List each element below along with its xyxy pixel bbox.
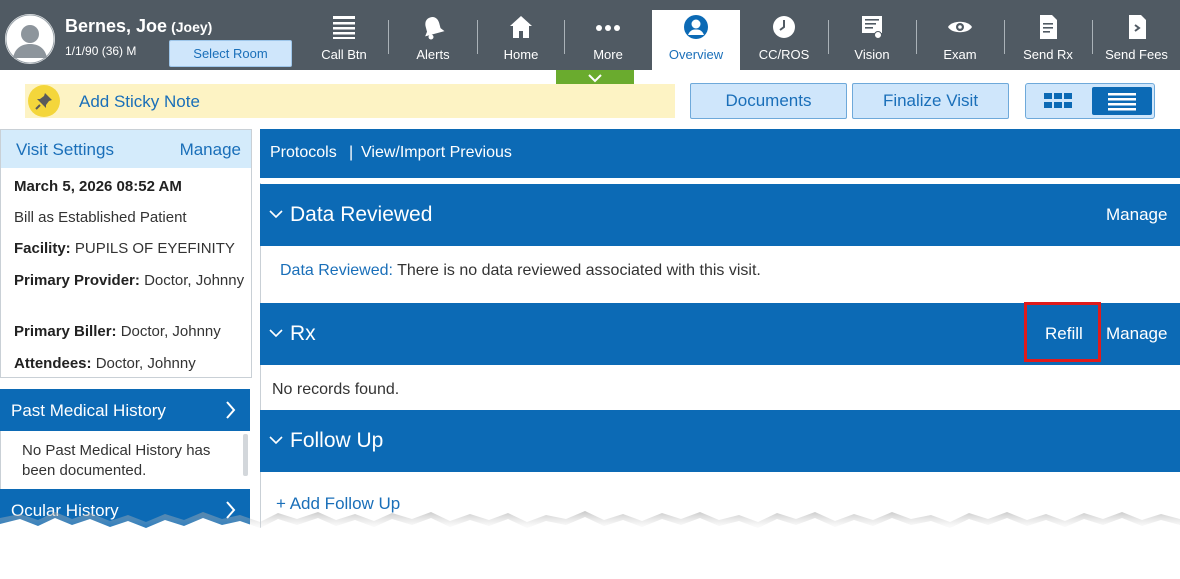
nav-label: Send Rx [1023, 47, 1073, 62]
home-icon [510, 16, 532, 38]
nav-send-rx[interactable]: Send Rx [1005, 0, 1091, 70]
send-rx-icon [1040, 15, 1057, 39]
chevron-down-icon[interactable] [269, 328, 283, 338]
patient-name[interactable]: Bernes, Joe (Joey) [65, 16, 212, 37]
select-room-button[interactable]: Select Room [169, 40, 292, 67]
data-reviewed-label: Data Reviewed: [280, 262, 393, 279]
documents-button[interactable]: Documents [690, 83, 847, 119]
data-reviewed-manage-link[interactable]: Manage [1106, 205, 1167, 225]
rx-title: Rx [290, 322, 316, 345]
view-toggle [1025, 83, 1155, 119]
more-dots-icon [596, 25, 620, 31]
past-medical-history-header[interactable]: Past Medical History [0, 389, 250, 431]
visit-bill-as: Bill as Established Patient [14, 209, 187, 226]
pin-icon [28, 85, 60, 117]
sidebar-scrollbar[interactable] [243, 434, 248, 476]
list-lines-icon [1108, 93, 1136, 111]
nav-alerts[interactable]: Alerts [389, 0, 477, 70]
visit-datetime: March 5, 2026 08:52 AM [14, 178, 182, 195]
avatar-icon[interactable] [5, 14, 55, 64]
nav-label: Alerts [416, 47, 450, 62]
nav-label: Exam [943, 47, 977, 62]
nav-more[interactable]: More [565, 0, 651, 70]
data-reviewed-message: There is no data reviewed associated wit… [397, 262, 761, 279]
chevron-down-icon[interactable] [269, 209, 283, 219]
send-fees-icon [1128, 15, 1146, 39]
nav-call-btn[interactable]: Call Btn [300, 0, 388, 70]
patient-name-text: Bernes, Joe [65, 16, 168, 36]
facility-value: PUPILS OF EYEFINITY [74, 240, 235, 257]
nav-send-fees[interactable]: Send Fees [1093, 0, 1180, 70]
visit-facility: Facility: PUPILS OF EYEFINITY [14, 239, 246, 259]
chevron-right-icon [226, 401, 236, 419]
attendees-value: Doctor, Johnny [95, 355, 196, 372]
nav-label: CC/ROS [758, 47, 810, 62]
visit-primary-provider: Primary Provider: Doctor, Johnny [14, 271, 246, 291]
list-icon [333, 16, 355, 39]
nav-home[interactable]: Home [478, 0, 564, 70]
follow-up-title: Follow Up [290, 429, 384, 452]
visit-primary-biller: Primary Biller: Doctor, Johnny [14, 322, 246, 342]
visit-settings-header: Visit Settings Manage [1, 130, 251, 168]
grid-view-button[interactable] [1030, 87, 1088, 115]
protocols-bar: Protocols | View/Import Previous [260, 129, 1180, 178]
top-nav-bar: Bernes, Joe (Joey) 1/1/90 (36) M Select R… [0, 0, 1180, 70]
visit-settings-card: Visit Settings Manage March 5, 2026 08:5… [0, 129, 252, 378]
app-window: Bernes, Joe (Joey) 1/1/90 (36) M Select R… [0, 0, 1180, 579]
person-circle-icon [684, 15, 708, 39]
biller-value: Doctor, Johnny [120, 323, 221, 340]
data-reviewed-text: Data Reviewed: There is no data reviewed… [280, 262, 761, 280]
past-medical-history-empty-text: No Past Medical History has been documen… [22, 442, 211, 479]
visit-attendees: Attendees: Doctor, Johnny [14, 354, 246, 374]
past-medical-history-title: Past Medical History [11, 401, 166, 420]
vision-chart-icon [862, 16, 882, 39]
biller-label: Primary Biller: [14, 323, 117, 340]
finalize-visit-button[interactable]: Finalize Visit [852, 83, 1009, 119]
provider-label: Primary Provider: [14, 272, 140, 289]
follow-up-header: Follow Up [260, 410, 1180, 472]
chevron-down-icon [588, 74, 602, 83]
patient-dob: 1/1/90 (36) M [65, 44, 137, 58]
clock-icon [773, 16, 795, 38]
add-sticky-note-label: Add Sticky Note [79, 92, 200, 111]
rx-manage-link[interactable]: Manage [1106, 324, 1167, 344]
nav-label: More [593, 47, 623, 62]
visit-settings-manage-link[interactable]: Manage [180, 140, 241, 160]
nav-label: Vision [854, 47, 890, 62]
refill-highlight-box [1024, 302, 1101, 362]
rx-empty-text: No records found. [272, 381, 400, 398]
grid-icon [1044, 93, 1072, 108]
add-sticky-note-bar[interactable]: Add Sticky Note [25, 84, 675, 118]
protocols-separator: | [349, 144, 354, 161]
bell-icon [425, 17, 445, 40]
nav-label: Home [503, 47, 539, 62]
visit-settings-title: Visit Settings [16, 140, 114, 159]
nav-label: Send Fees [1105, 47, 1168, 62]
nav-overview[interactable]: Overview [652, 10, 740, 70]
eye-icon [948, 21, 972, 33]
attendees-label: Attendees: [14, 355, 92, 372]
view-import-previous-link[interactable]: View/Import Previous [361, 144, 512, 162]
list-view-button[interactable] [1092, 87, 1152, 115]
chevron-down-icon[interactable] [269, 435, 283, 445]
patient-nickname: (Joey) [171, 19, 213, 35]
torn-edge-decoration [0, 511, 1180, 579]
provider-value: Doctor, Johnny [144, 272, 245, 289]
data-reviewed-header: Data Reviewed Manage [260, 184, 1180, 246]
nav-cc-ros[interactable]: CC/ROS [741, 0, 827, 70]
past-medical-history-body: No Past Medical History has been documen… [0, 431, 250, 489]
facility-label: Facility: [14, 240, 71, 257]
protocols-link[interactable]: Protocols [270, 144, 337, 162]
nav-label: Call Btn [321, 47, 367, 62]
nav-label: Overview [668, 47, 724, 62]
data-reviewed-title: Data Reviewed [290, 203, 433, 226]
nav-vision[interactable]: Vision [829, 0, 915, 70]
nav-exam[interactable]: Exam [917, 0, 1003, 70]
